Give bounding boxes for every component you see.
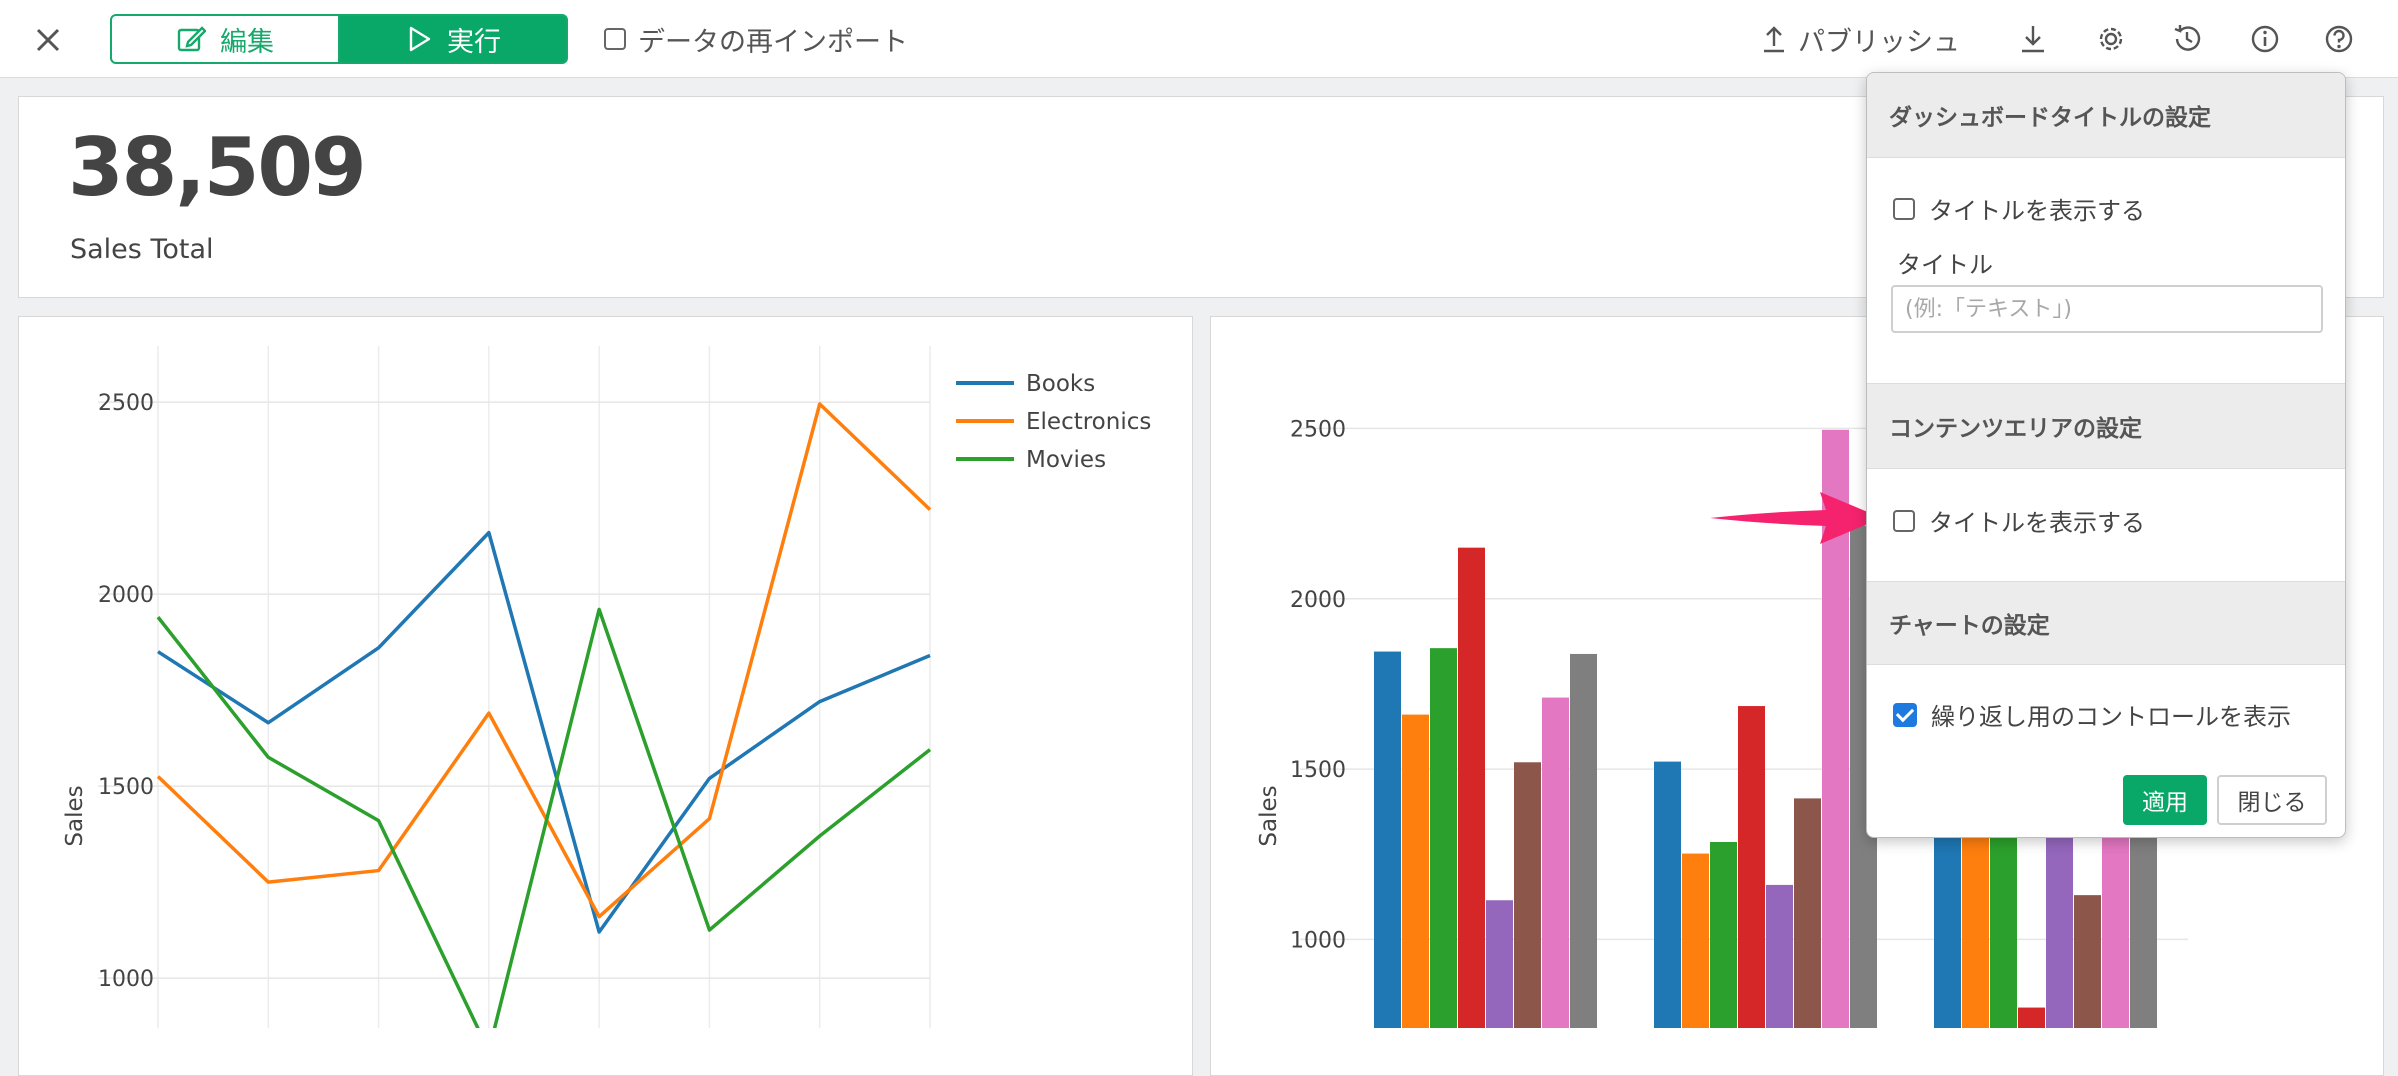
bar <box>1542 697 1569 1028</box>
reimport-checkbox-row[interactable]: データの再インポート <box>604 22 908 58</box>
download-icon[interactable] <box>2016 22 2050 56</box>
y-tick-label: 2000 <box>98 583 154 608</box>
y-tick-label: 1000 <box>98 967 154 992</box>
history-icon[interactable] <box>2170 22 2204 56</box>
info-icon[interactable] <box>2248 22 2282 56</box>
show-title-row[interactable]: タイトルを表示する <box>1893 191 2145 226</box>
y-tick-label: 2000 <box>1290 588 1346 613</box>
close-button[interactable]: 閉じる <box>2217 775 2327 825</box>
edit-icon <box>177 26 206 52</box>
bar <box>1514 762 1541 1028</box>
bar <box>1794 798 1821 1028</box>
close-icon[interactable] <box>28 20 68 60</box>
y-tick-label: 1500 <box>98 775 154 800</box>
publish-button[interactable]: パブリッシュ <box>1760 20 1960 58</box>
section-chart-text: チャートの設定 <box>1889 613 2050 639</box>
gear-icon[interactable] <box>2094 22 2128 56</box>
top-toolbar: 編集 実行 データの再インポート パブリッシュ <box>0 0 2398 78</box>
show-title-checkbox[interactable] <box>1893 197 1915 220</box>
settings-popover: ダッシュボードタイトルの設定 タイトルを表示する タイトル コンテンツエリアの設… <box>1866 72 2346 838</box>
play-icon <box>409 26 431 52</box>
bar <box>1766 884 1793 1028</box>
bar <box>1682 853 1709 1028</box>
section-chart: チャートの設定 <box>1867 581 2345 665</box>
annotation-arrow-icon <box>1710 492 1882 544</box>
content-show-title-checkbox[interactable] <box>1893 509 1915 532</box>
section-dashboard-title: ダッシュボードタイトルの設定 <box>1867 73 2345 158</box>
bar <box>2074 895 2101 1028</box>
upload-icon <box>1764 26 1784 53</box>
apply-button[interactable]: 適用 <box>2123 775 2207 825</box>
run-label: 実行 <box>447 26 501 58</box>
kpi-value: 38,509 <box>68 121 367 214</box>
series-line-books <box>157 530 931 934</box>
y-axis-label: Sales <box>62 785 88 846</box>
bar <box>1374 651 1401 1028</box>
repeat-controls-checkbox[interactable] <box>1893 702 1917 727</box>
repeat-controls-row[interactable]: 繰り返し用のコントロールを表示 <box>1893 697 2291 732</box>
kpi-label: Sales Total <box>70 234 214 265</box>
reimport-label: データの再インポート <box>638 26 908 58</box>
bar <box>1430 648 1457 1028</box>
section-dashboard-title-text: ダッシュボードタイトルの設定 <box>1889 105 2211 131</box>
publish-label: パブリッシュ <box>1798 26 1960 58</box>
y-tick-label: 1500 <box>1290 758 1346 783</box>
reimport-checkbox[interactable] <box>604 28 626 50</box>
bar <box>1486 900 1513 1028</box>
show-title-label: タイトルを表示する <box>1929 197 2145 225</box>
bar <box>1710 841 1737 1028</box>
edit-button[interactable]: 編集 <box>110 14 340 64</box>
bar <box>1738 706 1765 1028</box>
legend-label-movies: Movies <box>1026 447 1106 473</box>
bar <box>1654 761 1681 1028</box>
help-icon[interactable] <box>2322 22 2356 56</box>
y-axis-label: Sales <box>1256 785 1282 846</box>
bar <box>2018 1007 2045 1028</box>
y-tick-label: 2500 <box>1290 417 1346 442</box>
section-content-area-text: コンテンツエリアの設定 <box>1889 416 2142 442</box>
title-input[interactable] <box>1891 285 2323 333</box>
run-button[interactable]: 実行 <box>338 14 568 64</box>
line-chart: 2500 2000 1500 1000 Sales Books Electronics Mov… <box>62 346 1151 1028</box>
section-content-area: コンテンツエリアの設定 <box>1867 383 2345 469</box>
content-show-title-label: タイトルを表示する <box>1929 509 2145 537</box>
repeat-controls-label: 繰り返し用のコントロールを表示 <box>1931 703 2291 731</box>
bar <box>1570 653 1597 1028</box>
legend-label-books: Books <box>1026 371 1095 397</box>
legend-label-electronics: Electronics <box>1026 409 1151 435</box>
edit-label: 編集 <box>220 26 274 58</box>
y-tick-label: 1000 <box>1290 928 1346 953</box>
series-line-movies <box>156 607 932 1028</box>
bar <box>1402 714 1429 1028</box>
content-show-title-row[interactable]: タイトルを表示する <box>1893 503 2145 538</box>
y-tick-label: 2500 <box>98 391 154 416</box>
bar <box>1458 547 1485 1028</box>
title-field-label: タイトル <box>1897 251 1993 279</box>
